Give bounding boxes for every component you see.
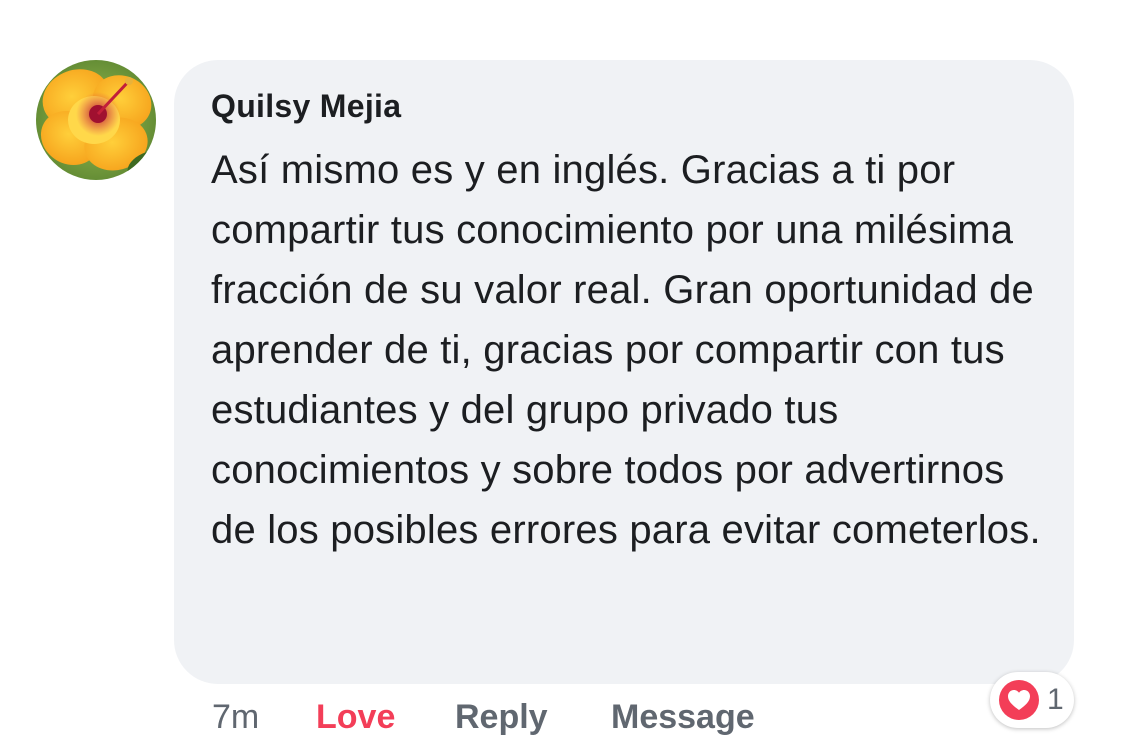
reaction-summary[interactable]: 1 [990,672,1074,728]
comment-author[interactable]: Quilsy Mejia [211,84,1044,128]
message-button[interactable]: Message [611,693,755,741]
comment-bubble: Quilsy Mejia Así mismo es y en inglés. G… [174,60,1074,684]
love-button[interactable]: Love [316,693,455,741]
comment-timestamp[interactable]: 7m [212,693,316,741]
heart-icon [999,680,1039,720]
reaction-count: 1 [1047,683,1064,716]
hibiscus-flower-avatar-icon [36,60,156,180]
reply-button[interactable]: Reply [455,693,611,741]
comment-text: Así mismo es y en inglés. Gracias a ti p… [211,148,1041,552]
comment-actions: 7m Love Reply Message [212,693,755,741]
avatar[interactable] [36,60,156,180]
